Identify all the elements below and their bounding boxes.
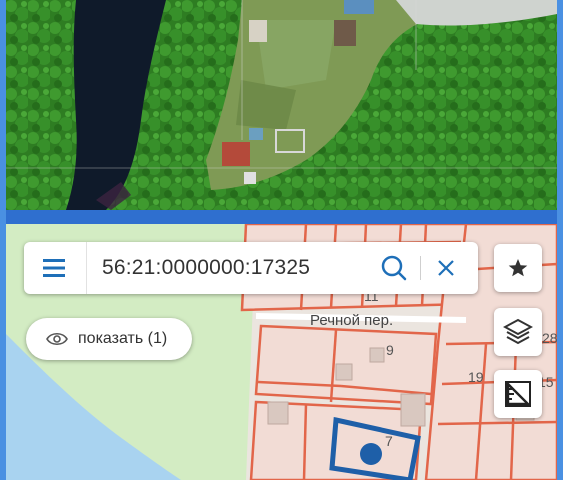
eye-icon: [46, 332, 68, 346]
ruler-icon: [505, 381, 531, 407]
favorite-button[interactable]: [494, 244, 542, 292]
show-results-button[interactable]: показать (1): [26, 318, 192, 360]
show-results-label: показать (1): [78, 330, 168, 347]
menu-icon: [43, 259, 65, 277]
parcel-label: 19: [468, 369, 484, 385]
satellite-image: [6, 0, 557, 210]
screen-frame-right: [557, 0, 563, 480]
search-icon: [381, 255, 407, 281]
selected-parcel-marker: [360, 443, 382, 465]
layers-button[interactable]: [494, 308, 542, 356]
parcel-label: 28: [542, 330, 558, 346]
search-button[interactable]: [380, 254, 408, 282]
satellite-view[interactable]: [6, 0, 557, 210]
menu-button[interactable]: [24, 242, 87, 294]
search-bar: 56:21:0000000:17325: [24, 242, 478, 294]
clear-button[interactable]: [434, 256, 458, 280]
ruler-button[interactable]: [494, 370, 542, 418]
split-divider[interactable]: [0, 210, 563, 224]
parcel-label: 9: [386, 342, 394, 358]
search-input[interactable]: 56:21:0000000:17325: [102, 242, 310, 294]
close-icon: [438, 260, 454, 276]
screen-frame-left: [0, 0, 6, 480]
street-label: Речной пер.: [310, 312, 394, 329]
layers-icon: [503, 318, 533, 345]
search-divider: [420, 256, 421, 280]
star-icon: [508, 259, 528, 277]
parcel-label: 7: [385, 433, 393, 449]
